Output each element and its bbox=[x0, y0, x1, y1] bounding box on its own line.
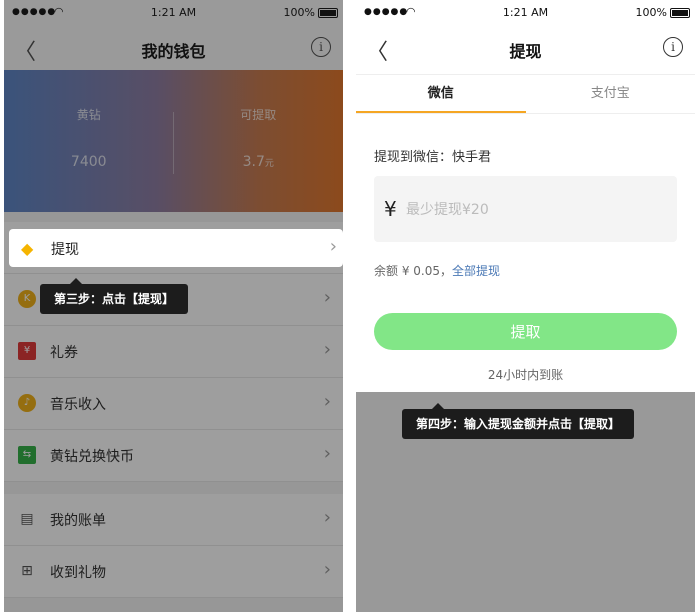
status-bar: ●●●●● ◠ 1:21 AM 100% bbox=[4, 0, 343, 26]
balance-line: 余额 ¥ 0.05，全部提现 bbox=[374, 262, 500, 279]
page-title: 我的钱包 bbox=[141, 42, 206, 61]
amount-input[interactable] bbox=[404, 198, 648, 222]
withdraw-all-link[interactable]: 全部提现 bbox=[452, 264, 500, 278]
withdraw-destination: 提现到微信：快手君 bbox=[374, 150, 492, 165]
withdraw-screen: ●●●●● ◠ 1:21 AM 100% 〈 提现 i 微信 支付宝 提现到微信… bbox=[356, 0, 695, 612]
step-3-tooltip: 第三步：点击【提现】 bbox=[40, 278, 189, 314]
balance-text: 余额 ¥ 0.05， bbox=[374, 264, 452, 278]
payment-tabs: 微信 支付宝 bbox=[356, 74, 695, 114]
nav-bar: 〈 我的钱包 i bbox=[4, 26, 343, 70]
currency-symbol: ¥ bbox=[384, 197, 397, 221]
chevron-right-icon: › bbox=[329, 236, 337, 257]
dim-overlay bbox=[4, 70, 343, 612]
step-4-tooltip: 第四步：输入提现金额并点击【提取】 bbox=[402, 403, 635, 439]
withdraw-submit-button[interactable]: 提取 bbox=[374, 313, 677, 350]
tab-wechat[interactable]: 微信 bbox=[356, 75, 526, 113]
info-icon[interactable]: i bbox=[311, 37, 331, 57]
wallet-screen: ●●●●● ◠ 1:21 AM 100% 〈 我的钱包 i 黄钻 7400 可提… bbox=[4, 0, 343, 612]
battery-percent: 100% bbox=[283, 6, 315, 19]
battery-icon bbox=[670, 8, 690, 18]
amount-field-container: ¥ bbox=[374, 176, 677, 242]
nav-bar: 〈 提现 i bbox=[356, 26, 695, 70]
withdraw-label: 提现 bbox=[51, 242, 79, 258]
tab-alipay[interactable]: 支付宝 bbox=[526, 75, 696, 113]
arrival-note: 24小时内到账 bbox=[487, 368, 564, 382]
page-title: 提现 bbox=[509, 42, 542, 61]
status-bar: ●●●●● ◠ 1:21 AM 100% bbox=[356, 0, 695, 26]
diamond-icon: ◆ bbox=[21, 239, 34, 258]
battery-percent: 100% bbox=[635, 6, 667, 19]
battery-icon bbox=[318, 8, 338, 18]
withdraw-item-highlighted[interactable]: ◆ 提现 › bbox=[9, 229, 343, 267]
info-icon[interactable]: i bbox=[663, 37, 683, 57]
